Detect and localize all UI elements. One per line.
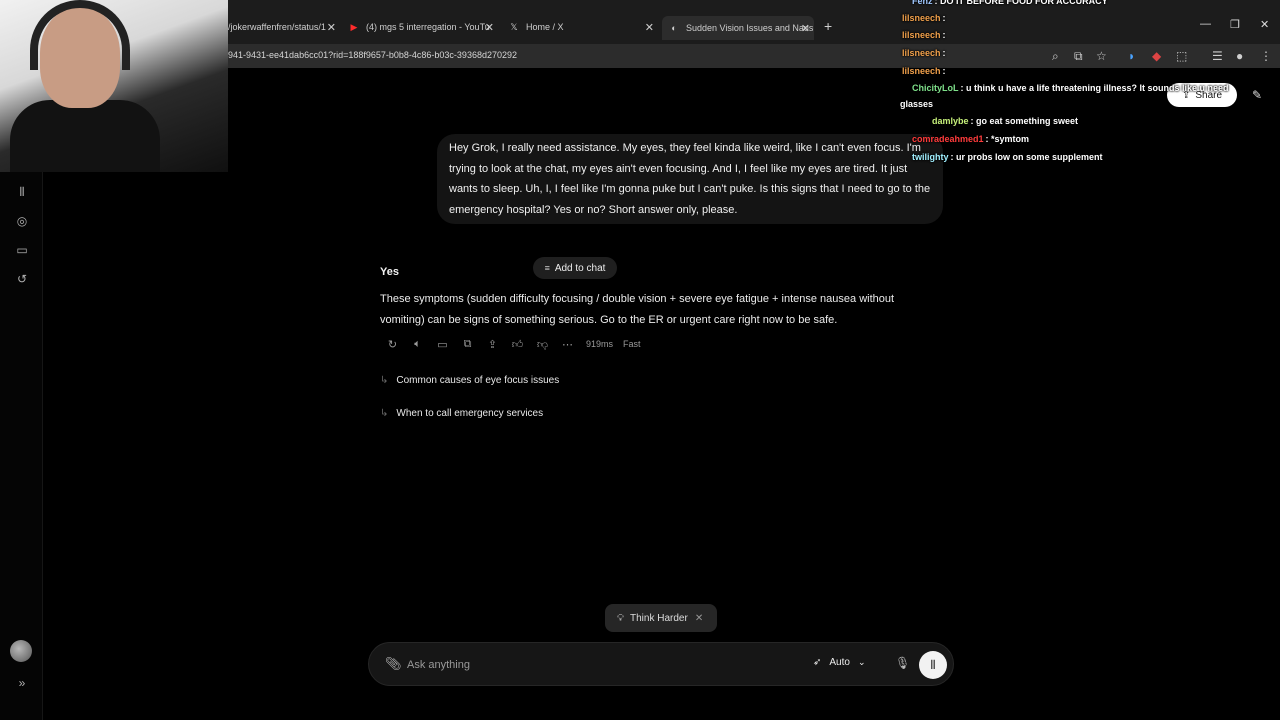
tab-x-status[interactable]: /jokerwaffenfren/status/1 ✕	[228, 16, 336, 38]
chat-message: glasses	[900, 99, 933, 109]
projects-icon[interactable]: ▭	[14, 242, 30, 258]
list-icon: ≡	[544, 263, 550, 273]
more-icon[interactable]: ⋯	[555, 338, 580, 351]
answer-body: These symptoms (sudden difficulty focusi…	[380, 293, 895, 326]
tab-label: Sudden Vision Issues and Naus	[686, 23, 814, 33]
stream-chat-overlay: Fenz: DO IT BEFORE FOOD FOR ACCURACY lils…	[898, 0, 1229, 170]
chat-text: : ur probs low on some supplement	[950, 152, 1103, 162]
add-to-chat-button[interactable]: ≡ Add to chat	[533, 257, 617, 279]
chat-username: damlybe	[932, 116, 969, 126]
return-arrow-icon: ↳	[380, 408, 389, 419]
close-window-icon[interactable]: ✕	[1260, 18, 1269, 31]
lightbulb-icon: 💡︎	[617, 612, 624, 624]
chat-message: damlybe: go eat something sweet	[932, 116, 1078, 126]
x-icon: 𝕏	[510, 21, 518, 32]
chat-username: lilsneech	[902, 66, 941, 76]
read-aloud-icon[interactable]: 🔈︎	[405, 338, 430, 351]
close-icon[interactable]: ✕	[801, 22, 810, 35]
chat-text: :	[942, 13, 946, 23]
close-icon[interactable]: ✕	[485, 21, 494, 34]
chat-username: comradeahmed1	[912, 134, 984, 144]
headphones	[30, 0, 130, 70]
chat-message: comradeahmed1: *symtom	[912, 134, 1029, 144]
response-time: 919ms	[586, 339, 614, 349]
chat-text: : go eat something sweet	[970, 116, 1079, 126]
tab-label: /jokerwaffenfren/status/1	[228, 22, 326, 32]
chat-message: ChicityLoL: u think u have a life threat…	[912, 83, 1229, 93]
grok-icon: ◐	[671, 23, 677, 33]
copy-icon[interactable]: ⧉	[455, 338, 480, 351]
chat-username: twilighty	[912, 152, 949, 162]
profile-icon[interactable]: ●	[1236, 49, 1243, 63]
microphone-icon[interactable]: 🎙︎	[895, 656, 910, 670]
new-chat-icon[interactable]: ✎	[1252, 88, 1262, 102]
chat-text: :	[942, 48, 946, 58]
chat-message: lilsneech:	[902, 30, 946, 40]
webcam-overlay	[0, 0, 228, 172]
url-text[interactable]: 941-9431-ee41dab6cc01?rid=188f9657-b0b8-…	[228, 50, 517, 60]
voice-mode-button[interactable]: ⦀	[919, 651, 947, 679]
suggestion-item[interactable]: ↳ Common causes of eye focus issues	[380, 375, 559, 386]
model-selector[interactable]: ➶ Auto ⌄	[813, 657, 866, 668]
menu-dots-icon[interactable]: ⋮	[1260, 49, 1272, 63]
close-icon[interactable]: ✕	[695, 613, 703, 624]
think-harder-label: Think Harder	[630, 612, 688, 624]
tab-home-x[interactable]: 𝕏 Home / X ✕	[508, 16, 654, 38]
chat-text: : *symtom	[985, 134, 1030, 144]
history-icon[interactable]: ↺	[14, 271, 30, 287]
chat-message: lilsneech:	[902, 48, 946, 58]
chat-message: Fenz: DO IT BEFORE FOOD FOR ACCURACY	[912, 0, 1108, 6]
model-label: Auto	[829, 657, 850, 668]
expand-sidebar-icon[interactable]: »	[14, 675, 30, 691]
return-arrow-icon: ↳	[380, 375, 389, 386]
thumbs-down-icon[interactable]: 👎︎	[530, 338, 555, 351]
chat-text: : DO IT BEFORE FOOD FOR ACCURACY	[934, 0, 1108, 6]
tab-youtube[interactable]: ▶ (4) mgs 5 interregation - YouTu ✕	[348, 16, 494, 38]
add-to-chat-label: Add to chat	[554, 262, 606, 274]
chat-username: lilsneech	[902, 13, 941, 23]
close-icon[interactable]: ✕	[327, 21, 336, 34]
thumbs-up-icon[interactable]: 👍︎	[505, 338, 530, 351]
avatar[interactable]	[10, 640, 32, 662]
minimize-icon[interactable]: —	[1200, 18, 1211, 30]
chat-message: twilighty: ur probs low on some suppleme…	[912, 152, 1103, 162]
imagine-icon[interactable]: ◎	[14, 213, 30, 229]
streamer-body	[10, 100, 160, 172]
rocket-icon: ➶	[813, 657, 822, 668]
chat-text: :	[942, 30, 946, 40]
chat-username: lilsneech	[902, 48, 941, 58]
comment-icon[interactable]: ▭	[430, 338, 455, 351]
youtube-icon: ▶	[350, 21, 358, 32]
sidepanel-icon[interactable]: ☰	[1212, 49, 1223, 63]
voice-wave-icon[interactable]: ⦀	[14, 184, 30, 200]
composer: 📎︎ ➶ Auto ⌄ 🎙︎ ⦀	[368, 642, 954, 686]
chat-username: ChicityLoL	[912, 83, 959, 93]
suggestion-item[interactable]: ↳ When to call emergency services	[380, 408, 543, 419]
chat-username: lilsneech	[902, 30, 941, 40]
user-message: Hey Grok, I really need assistance. My e…	[437, 134, 943, 224]
suggestion-label: Common causes of eye focus issues	[396, 375, 560, 386]
think-harder-chip[interactable]: 💡︎ Think Harder ✕	[605, 604, 717, 632]
attach-icon[interactable]: 📎︎	[385, 656, 402, 672]
chevron-down-icon: ⌄	[857, 657, 866, 667]
chat-text: : u think u have a life threatening illn…	[960, 83, 1229, 93]
speed-label: Fast	[623, 339, 641, 349]
regenerate-icon[interactable]: ↻	[380, 338, 405, 351]
restore-icon[interactable]: ❐	[1230, 18, 1240, 31]
response-actions: ↻ 🔈︎ ▭ ⧉ ⇪ 👍︎ 👎︎ ⋯ 919ms Fast	[380, 336, 641, 352]
tab-label: Home / X	[526, 22, 564, 32]
tab-grok-active[interactable]: ◐ Sudden Vision Issues and Naus ✕	[662, 16, 814, 40]
chat-message: lilsneech:	[902, 66, 946, 76]
share-icon[interactable]: ⇪	[480, 338, 505, 351]
new-tab-icon[interactable]: +	[824, 18, 832, 34]
chat-username: Fenz	[912, 0, 933, 6]
answer-title: Yes	[380, 266, 399, 278]
ask-input[interactable]	[407, 655, 787, 675]
tab-label: (4) mgs 5 interregation - YouTu	[366, 22, 490, 32]
suggestion-label: When to call emergency services	[396, 408, 544, 419]
close-icon[interactable]: ✕	[645, 21, 654, 34]
chat-text: glasses	[900, 99, 934, 109]
chat-text: :	[942, 66, 946, 76]
chat-message: lilsneech:	[902, 13, 946, 23]
